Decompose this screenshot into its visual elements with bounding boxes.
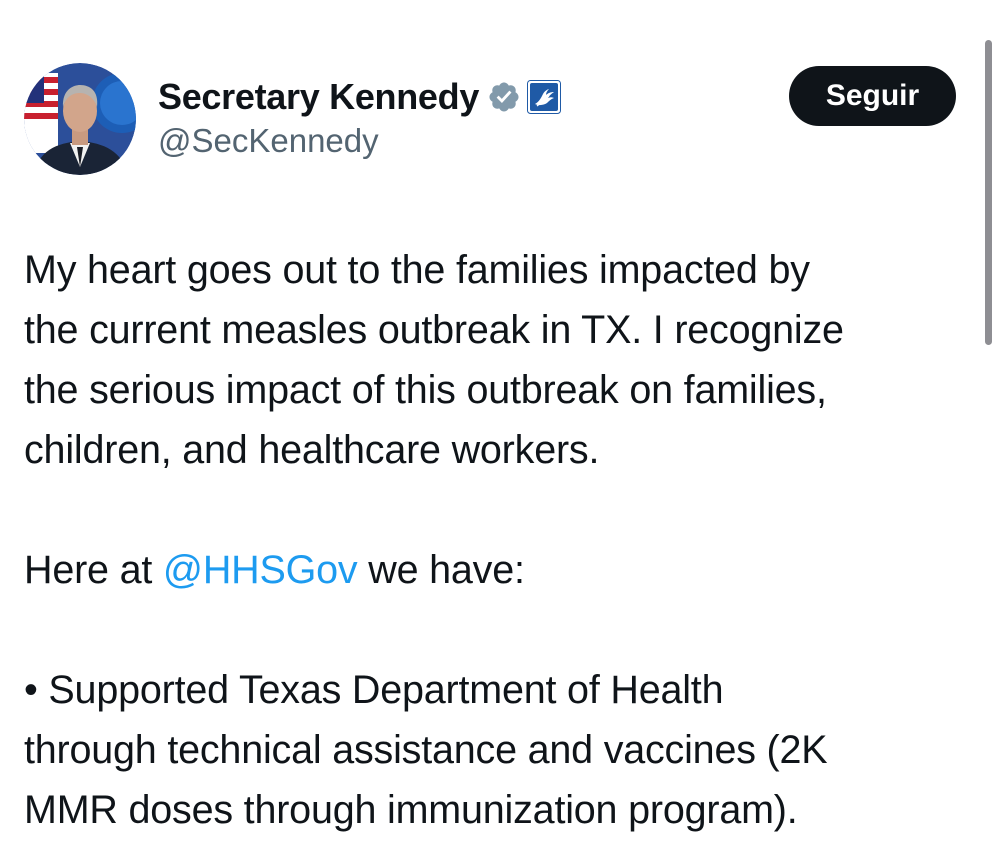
author-display-name[interactable]: Secretary Kennedy [158, 76, 479, 118]
tweet-line: through technical assistance and vaccine… [24, 728, 828, 772]
tweet-text-suffix: we have: [357, 548, 525, 592]
tweet-text: My heart goes out to the families impact… [24, 240, 964, 840]
hhs-affiliate-icon[interactable] [527, 80, 562, 114]
tweet-line: children, and healthcare workers. [24, 428, 600, 472]
author-handle[interactable]: @SecKennedy [158, 122, 379, 160]
hhsgov-mention-link[interactable]: @HHSGov [163, 548, 358, 592]
scrollbar[interactable] [985, 40, 992, 345]
tweet-line: MMR doses through immunization program). [24, 788, 798, 832]
tweet-text-prefix: Here at [24, 548, 163, 592]
tweet-line: My heart goes out to the families impact… [24, 248, 810, 292]
tweet-line: the current measles outbreak in TX. I re… [24, 308, 844, 352]
author-name-row: Secretary Kennedy [158, 74, 562, 120]
tweet-line: Here at @HHSGov we have: [24, 540, 964, 600]
tweet-detail-page: Secretary Kennedy @SecKennedy Seguir My … [0, 0, 1000, 861]
avatar[interactable] [24, 63, 136, 175]
avatar-image [24, 63, 136, 175]
tweet-line: the serious impact of this outbreak on f… [24, 368, 827, 412]
follow-button[interactable]: Seguir [789, 66, 956, 126]
tweet-bullet-line: • Supported Texas Department of Health [24, 668, 724, 712]
verified-badge-icon[interactable] [487, 80, 521, 114]
